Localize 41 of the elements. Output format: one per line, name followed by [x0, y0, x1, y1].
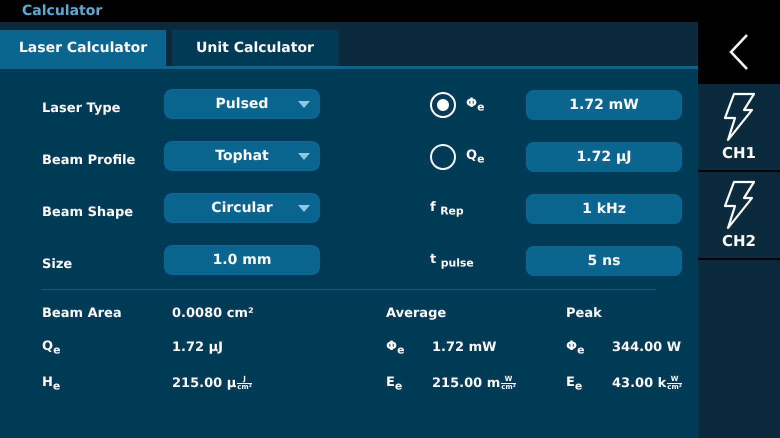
- field-label: Laser Type: [42, 100, 122, 116]
- radio-button[interactable]: [430, 144, 456, 170]
- input-field[interactable]: 5 ns: [526, 246, 682, 276]
- dropdown[interactable]: Circular: [164, 193, 320, 223]
- chevron-left-icon: [728, 33, 750, 71]
- dropdown[interactable]: Pulsed: [164, 89, 320, 119]
- channel-button[interactable]: CH2: [698, 172, 780, 258]
- symbol-label: E$_{e}$: [566, 374, 584, 392]
- field-label: Beam Profile: [42, 152, 136, 168]
- input-field[interactable]: 1.0 mm: [164, 245, 320, 275]
- column-heading: Peak: [566, 306, 603, 321]
- symbol-label: Φ$_{e}$: [566, 339, 586, 357]
- symbol-label: Q$_{e}$: [42, 339, 62, 357]
- result-value: 1.72 μJ: [172, 340, 224, 356]
- column-heading: Average: [386, 306, 448, 321]
- input-field[interactable]: 1 kHz: [526, 194, 682, 224]
- symbol-label: E$_{e}$: [386, 374, 404, 392]
- channel-button[interactable]: CH1: [698, 84, 780, 170]
- result-label: Beam Area: [42, 306, 123, 321]
- tab[interactable]: Laser Calculator: [0, 30, 166, 66]
- dropdown[interactable]: Tophat: [164, 141, 320, 171]
- caret-icon: [298, 205, 310, 212]
- window-title: Calculator: [22, 3, 102, 19]
- lightning-icon: [722, 92, 756, 142]
- caret-icon: [298, 153, 310, 160]
- result-value: 0.0080 cm²: [172, 306, 255, 321]
- field-label: Size: [42, 256, 74, 272]
- symbol-label: Φ$_{e}$: [386, 339, 406, 357]
- symbol-label: Q$_{e}$: [466, 148, 486, 166]
- symbol-label: H$_{e}$: [42, 374, 62, 392]
- input-field[interactable]: 1.72 mW: [526, 90, 682, 120]
- lightning-icon: [722, 180, 756, 230]
- symbol-label: t $_{pulse}$: [430, 252, 475, 270]
- symbol-label: f $_{Rep}$: [430, 200, 465, 218]
- symbol-label: Φ$_{e}$: [466, 96, 486, 114]
- result-value: 1.72 mW: [432, 340, 498, 356]
- field-label: Beam Shape: [42, 204, 134, 220]
- caret-icon: [298, 101, 310, 108]
- input-field[interactable]: 1.72 μJ: [526, 142, 682, 172]
- result-value: 344.00 W: [612, 340, 682, 356]
- tab[interactable]: Unit Calculator: [172, 30, 338, 66]
